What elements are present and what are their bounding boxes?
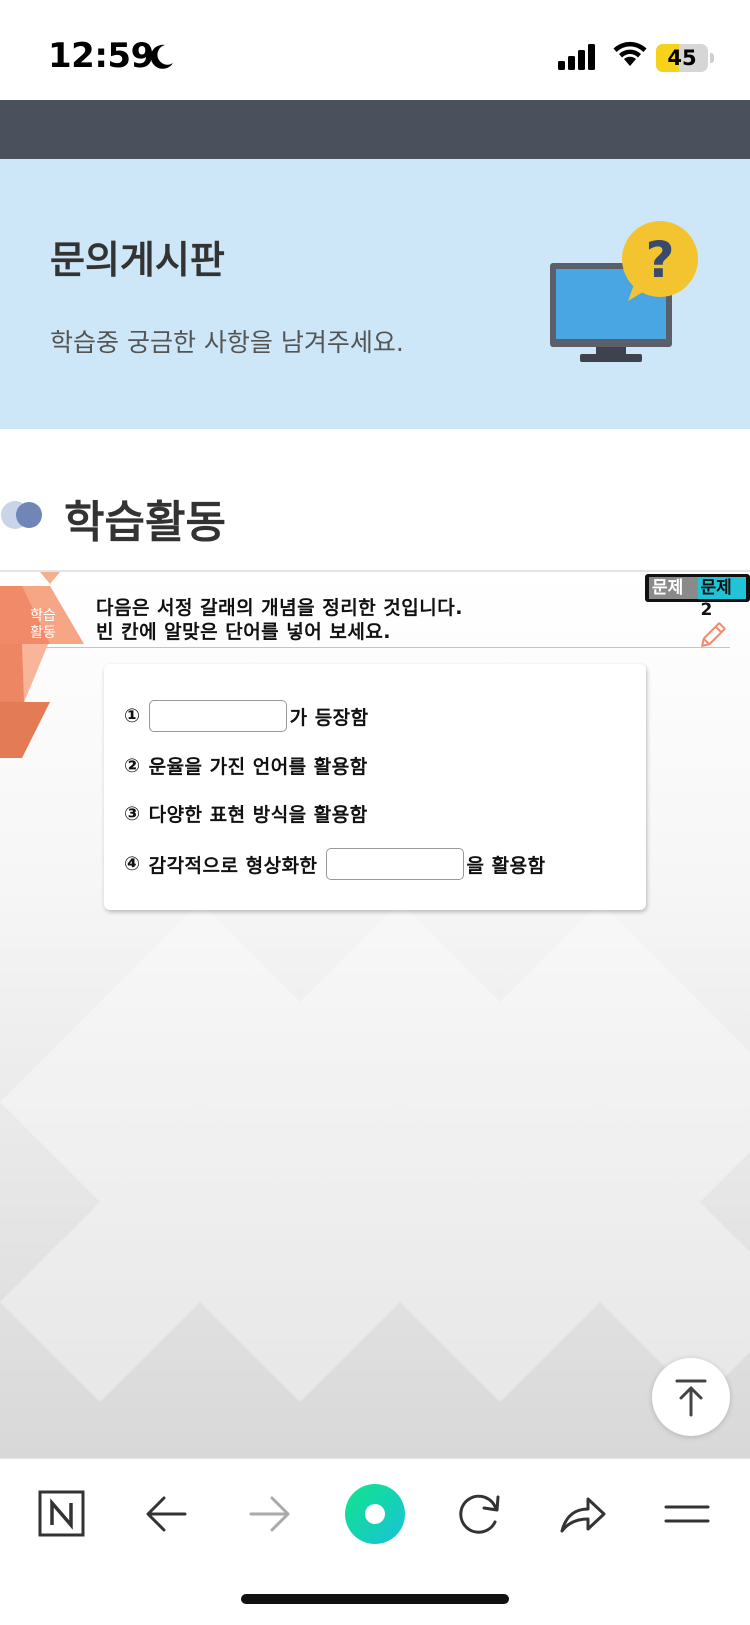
activity-badge-line2: 활동 xyxy=(30,625,56,641)
item-number: ④ xyxy=(124,853,141,875)
pencil-icon[interactable] xyxy=(700,618,730,648)
activity-frame: 학습 활동 다음은 서정 갈래의 개념을 정리한 것입니다. 빈 칸에 알맞은 … xyxy=(0,570,750,1460)
naver-n-icon xyxy=(38,1490,85,1537)
refresh-button[interactable] xyxy=(444,1479,514,1549)
forward-button[interactable] xyxy=(235,1479,305,1549)
activity-instruction: 다음은 서정 갈래의 개념을 정리한 것입니다. 빈 칸에 알맞은 단어를 넣어… xyxy=(96,596,463,644)
forward-arrow-icon xyxy=(249,1496,290,1532)
battery-icon: 45 xyxy=(656,44,708,72)
item-text-after: 가 등장함 xyxy=(289,706,369,729)
back-arrow-icon xyxy=(146,1496,187,1532)
item-text: 다양한 표현 방식을 활용함 xyxy=(148,804,368,826)
item-number: ① xyxy=(124,705,141,727)
share-button[interactable] xyxy=(548,1479,618,1549)
battery-level: 45 xyxy=(667,46,697,70)
question-item-3: ③ 다양한 표현 방식을 활용함 xyxy=(124,800,368,827)
scroll-to-top-button[interactable] xyxy=(652,1358,730,1436)
signal-icon xyxy=(558,44,595,70)
qna-banner[interactable]: 문의게시판 학습중 궁금한 사항을 남겨주세요. ? xyxy=(0,159,750,429)
question-item-4: ④ 감각적으로 형상화한 을 활용함 xyxy=(124,848,546,880)
site-header-bar xyxy=(0,100,750,159)
wifi-icon xyxy=(613,41,647,66)
monitor-question-icon: ? xyxy=(550,221,698,362)
question-item-2: ② 운율을 가진 언어를 활용함 xyxy=(124,752,368,779)
section-header: 학습활동 xyxy=(0,480,750,550)
tab-problem-2[interactable]: 문제2 xyxy=(697,577,746,620)
moon-icon xyxy=(150,44,173,69)
menu-icon xyxy=(664,1505,710,1523)
status-time: 12:59 xyxy=(48,36,154,76)
tab-problem-1[interactable]: 문제1 xyxy=(649,577,698,620)
green-dot-home-icon xyxy=(345,1484,405,1544)
item-text-after: 을 활용함 xyxy=(466,854,546,877)
share-icon xyxy=(560,1497,606,1533)
green-dot-button[interactable] xyxy=(340,1479,410,1549)
item-number: ③ xyxy=(124,802,141,825)
activity-side-decoration xyxy=(0,572,84,758)
svg-text:?: ? xyxy=(645,231,674,289)
question-card: ① 가 등장함 ② 운율을 가진 언어를 활용함 ③ 다양한 표현 방식을 활용… xyxy=(104,664,646,910)
battery-cap xyxy=(710,53,714,63)
status-bar: 12:59 45 xyxy=(0,0,750,100)
activity-badge-line1: 학습 xyxy=(30,608,56,624)
banner-subtitle: 학습중 궁금한 사항을 남겨주세요. xyxy=(50,328,404,357)
item-text-before: 감각적으로 형상화한 xyxy=(148,854,318,877)
item-text: 운율을 가진 언어를 활용함 xyxy=(148,756,368,778)
back-button[interactable] xyxy=(131,1479,201,1549)
instruction-line1: 다음은 서정 갈래의 개념을 정리한 것입니다. xyxy=(96,597,463,619)
menu-button[interactable] xyxy=(652,1479,722,1549)
activity-badge: 학습 활동 xyxy=(18,608,68,642)
answer-blank-2[interactable] xyxy=(325,848,464,880)
section-title: 학습활동 xyxy=(64,497,226,548)
question-item-1: ① 가 등장함 xyxy=(124,700,369,732)
header-divider xyxy=(40,647,730,648)
arrow-up-to-line-icon xyxy=(675,1379,707,1417)
refresh-icon xyxy=(459,1494,500,1534)
problem-tabs: 문제1 문제2 xyxy=(645,574,750,620)
item-number: ② xyxy=(124,754,141,777)
section-bullet-icon xyxy=(1,501,42,529)
banner-title: 문의게시판 xyxy=(50,238,225,282)
instruction-line2: 빈 칸에 알맞은 단어를 넣어 보세요. xyxy=(96,621,392,643)
home-indicator[interactable] xyxy=(241,1594,509,1604)
naver-home-button[interactable] xyxy=(27,1479,97,1549)
answer-blank-1[interactable] xyxy=(148,700,287,732)
